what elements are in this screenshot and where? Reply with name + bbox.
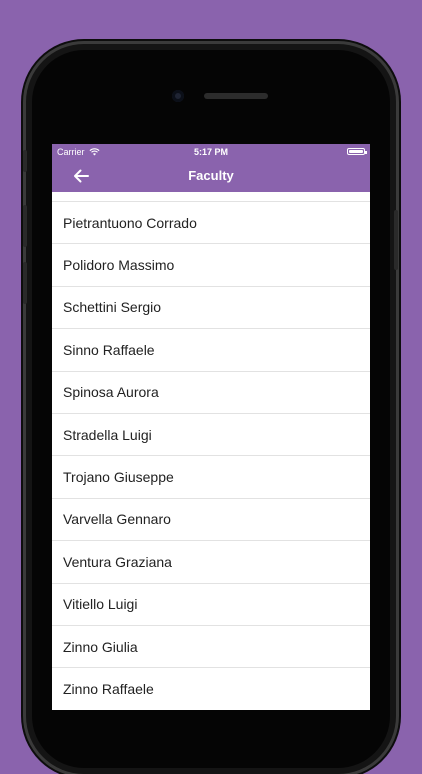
faculty-list-item[interactable]: Trojano Giuseppe — [52, 456, 370, 499]
app-screen: Carrier 5:17 PM Faculty Pietrantuono Cor… — [52, 144, 370, 710]
faculty-name: Stradella Luigi — [63, 426, 152, 443]
faculty-name: Sinno Raffaele — [63, 341, 155, 358]
list-item-partial[interactable] — [52, 192, 370, 202]
faculty-list-item[interactable]: Zinno Raffaele — [52, 668, 370, 710]
earpiece-speaker — [204, 93, 268, 99]
mute-switch — [23, 150, 27, 172]
back-button[interactable] — [70, 166, 92, 186]
faculty-name: Pietrantuono Corrado — [63, 214, 197, 231]
faculty-list-item[interactable]: Spinosa Aurora — [52, 372, 370, 414]
volume-down-button — [23, 262, 27, 304]
faculty-name: Schettini Sergio — [63, 299, 162, 316]
front-camera — [172, 90, 184, 102]
faculty-name: Varvella Gennaro — [63, 511, 171, 528]
power-button — [394, 210, 398, 270]
faculty-name: Zinno Giulia — [63, 638, 138, 655]
faculty-name: Vitiello Luigi — [63, 596, 138, 613]
faculty-name: Spinosa Aurora — [63, 384, 159, 401]
faculty-list-item[interactable]: Schettini Sergio — [52, 287, 370, 330]
status-time: 5:17 PM — [193, 146, 228, 157]
arrow-left-icon — [74, 169, 89, 183]
volume-up-button — [23, 205, 27, 247]
faculty-name: Polidoro Massimo — [63, 257, 175, 274]
faculty-name: Ventura Graziana — [63, 553, 172, 570]
page-title: Faculty — [188, 168, 234, 183]
faculty-list-item[interactable]: Pietrantuono Corrado — [52, 202, 370, 245]
navigation-bar: Faculty — [52, 159, 370, 192]
faculty-name: Trojano Giuseppe — [63, 469, 174, 486]
faculty-name: Zinno Raffaele — [63, 680, 154, 697]
faculty-list-item[interactable]: Polidoro Massimo — [52, 244, 370, 287]
faculty-list-item[interactable]: Varvella Gennaro — [52, 499, 370, 542]
faculty-list-content: Pietrantuono Corrado Polidoro Massimo Sche… — [52, 192, 370, 710]
faculty-list-item[interactable]: Zinno Giulia — [52, 626, 370, 669]
status-bar: Carrier 5:17 PM — [52, 144, 370, 159]
faculty-list-item[interactable]: Ventura Graziana — [52, 541, 370, 584]
faculty-list-item[interactable]: Vitiello Luigi — [52, 584, 370, 626]
faculty-list-item[interactable]: Stradella Luigi — [52, 414, 370, 457]
battery-icon — [347, 148, 367, 155]
faculty-list[interactable]: Pietrantuono Corrado Polidoro Massimo Sche… — [52, 192, 370, 710]
faculty-list-item[interactable]: Sinno Raffaele — [52, 329, 370, 372]
